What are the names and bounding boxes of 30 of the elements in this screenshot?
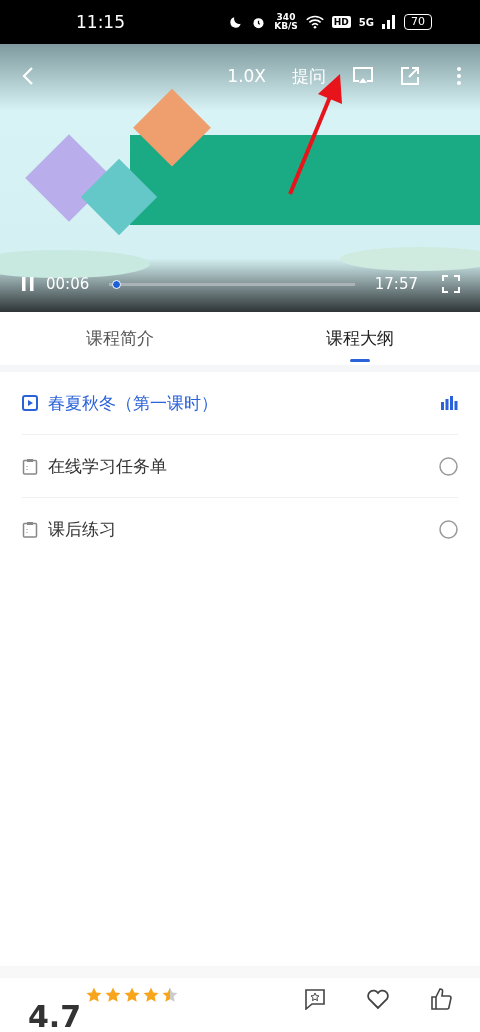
wifi-icon bbox=[305, 15, 324, 29]
star-icon bbox=[123, 986, 142, 1004]
signal-icon bbox=[382, 15, 396, 29]
network-speed: 340 KB/S bbox=[274, 13, 298, 31]
outline-item[interactable]: 在线学习任务单 bbox=[48, 454, 429, 478]
pause-button[interactable] bbox=[20, 276, 36, 292]
review-icon[interactable] bbox=[304, 988, 326, 1010]
hd-indicator: HD bbox=[331, 16, 351, 28]
clock: 11:15 bbox=[76, 12, 125, 32]
radio-circle-icon bbox=[439, 456, 458, 476]
tab[interactable]: 课程大纲 bbox=[240, 312, 480, 365]
battery-level: 70 bbox=[404, 14, 432, 30]
star-icon bbox=[104, 986, 123, 1004]
duration: 17:57 bbox=[374, 275, 418, 293]
star-icon bbox=[85, 986, 104, 1004]
radio-circle-icon bbox=[439, 520, 458, 539]
outline-item[interactable]: 春夏秋冬（第一课时） bbox=[48, 391, 431, 415]
rating-score: 4.7 bbox=[28, 1002, 82, 1032]
thumbs-up-icon[interactable] bbox=[430, 988, 452, 1010]
progress-track[interactable] bbox=[109, 279, 355, 289]
heart-icon[interactable] bbox=[366, 988, 390, 1010]
playing-bars-icon bbox=[441, 396, 458, 410]
star-icon bbox=[161, 986, 180, 1004]
current-time: 00:06 bbox=[46, 275, 90, 293]
progress-thumb[interactable] bbox=[111, 279, 121, 289]
outline-item[interactable]: 课后练习 bbox=[48, 518, 429, 541]
tab[interactable]: 课程简介 bbox=[0, 312, 240, 365]
star-icon bbox=[142, 986, 161, 1004]
fullscreen-button[interactable] bbox=[442, 275, 460, 293]
network-type: 5G bbox=[358, 16, 374, 28]
